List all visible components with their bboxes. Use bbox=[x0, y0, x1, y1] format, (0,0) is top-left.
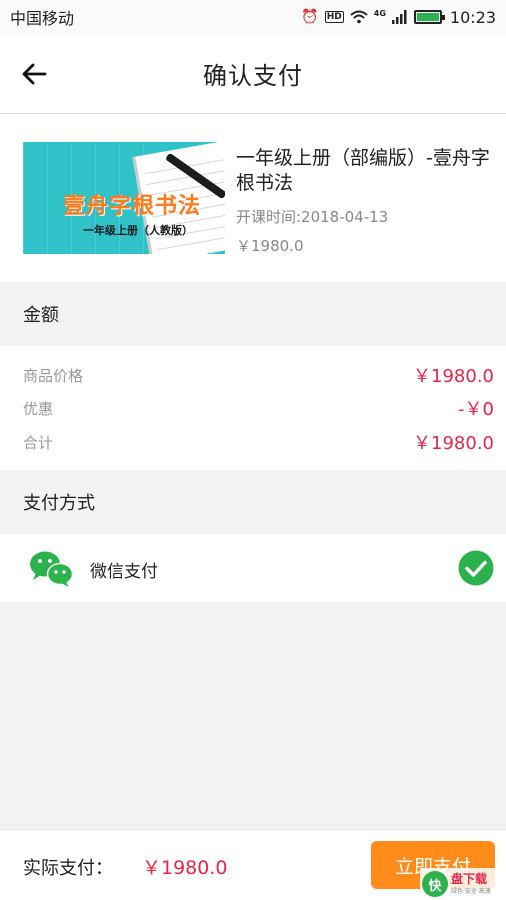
product-thumbnail: 壹舟字根书法 一年级上册（人教版） bbox=[23, 142, 225, 254]
page-title: 确认支付 bbox=[203, 62, 303, 90]
payment-section-heading: 支付方式 bbox=[0, 470, 506, 534]
hd-icon: HD bbox=[324, 11, 344, 23]
product-title: 一年级上册（部编版）-壹舟字根书法 bbox=[236, 147, 490, 194]
amount-row-discount: 优惠 -￥0 bbox=[23, 393, 494, 423]
network-type-label: 4G bbox=[373, 9, 386, 18]
amount-label: 商品价格 bbox=[23, 366, 84, 385]
thumbnail-subtitle: 一年级上册（人教版） bbox=[83, 224, 193, 237]
amount-value: -￥0 bbox=[458, 399, 494, 420]
product-price: ￥1980.0 bbox=[236, 237, 304, 255]
amount-row-total: 合计 ￥1980.0 bbox=[23, 427, 494, 457]
actual-payment-label: 实际支付： bbox=[23, 858, 113, 879]
amount-list: 商品价格 ￥1980.0 优惠 -￥0 合计 ￥1980.0 bbox=[0, 346, 506, 470]
amount-label: 优惠 bbox=[23, 399, 54, 418]
watermark-text-block: 盘下载 绿色·安全·高速 bbox=[451, 872, 491, 896]
amount-label: 合计 bbox=[23, 433, 54, 452]
amount-section-heading: 金额 bbox=[0, 282, 506, 346]
actual-payment-value: ￥1980.0 bbox=[142, 857, 228, 879]
thumbnail-title: 壹舟字根书法 bbox=[63, 194, 202, 219]
clock: 10:23 bbox=[449, 7, 496, 27]
battery-icon bbox=[413, 10, 445, 24]
course-start-date: 开课时间:2018-04-13 bbox=[236, 208, 389, 226]
back-arrow-icon bbox=[22, 63, 47, 85]
status-bar: 中国移动 ⏰ HD 4G 10:23 bbox=[0, 0, 506, 34]
watermark: 快 盘下载 绿色·安全·高速 bbox=[420, 868, 506, 900]
back-button[interactable] bbox=[14, 56, 54, 92]
wifi-icon bbox=[350, 10, 368, 24]
payment-method-wechat[interactable]: 微信支付 bbox=[0, 534, 506, 602]
carrier-label: 中国移动 bbox=[10, 9, 75, 28]
wechat-icon bbox=[30, 551, 74, 587]
selected-check-icon[interactable] bbox=[458, 550, 494, 586]
watermark-logo: 快 bbox=[422, 871, 448, 897]
product-card: 壹舟字根书法 一年级上册（人教版） 一年级上册（部编版）-壹舟字根书法 开课时间… bbox=[0, 114, 506, 282]
status-icons: ⏰ HD 4G 10:23 bbox=[301, 8, 496, 27]
alarm-icon: ⏰ bbox=[301, 9, 319, 25]
amount-value: ￥1980.0 bbox=[413, 366, 494, 387]
nav-bar: 确认支付 bbox=[0, 34, 506, 114]
payment-method-label: 微信支付 bbox=[90, 562, 158, 582]
amount-value: ￥1980.0 bbox=[413, 433, 494, 454]
watermark-subtext: 绿色·安全·高速 bbox=[451, 888, 491, 895]
amount-row-goods-price: 商品价格 ￥1980.0 bbox=[23, 360, 494, 390]
watermark-text: 盘下载 bbox=[451, 872, 488, 886]
signal-icon bbox=[391, 10, 407, 24]
